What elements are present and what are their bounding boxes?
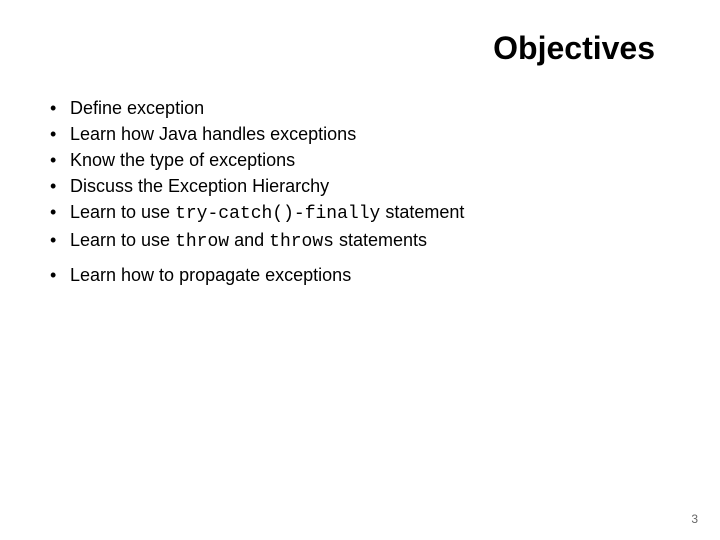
bullet-text: Learn how to propagate exceptions <box>70 262 680 288</box>
list-item: •Learn how to propagate exceptions <box>50 262 680 288</box>
bullet-icon: • <box>50 262 70 288</box>
bullet-text: Discuss the Exception Hierarchy <box>70 173 680 199</box>
page-number: 3 <box>691 512 698 526</box>
bullet-text: Learn to use try-catch()-finally stateme… <box>70 199 680 227</box>
list-item: •Know the type of exceptions <box>50 147 680 173</box>
list-item: •Learn to use try-catch()-finally statem… <box>50 199 680 227</box>
bullet-icon: • <box>50 227 70 253</box>
bullet-icon: • <box>50 147 70 173</box>
code-span: throws <box>269 232 334 252</box>
bullet-icon: • <box>50 173 70 199</box>
bullet-text: Define exception <box>70 95 680 121</box>
bullet-text: Learn to use throw and throws statements <box>70 227 680 255</box>
list-item: •Define exception <box>50 95 680 121</box>
slide-title: Objectives <box>40 30 680 67</box>
list-item: •Discuss the Exception Hierarchy <box>50 173 680 199</box>
bullet-icon: • <box>50 121 70 147</box>
bullet-text: Learn how Java handles exceptions <box>70 121 680 147</box>
list-item: •Learn how Java handles exceptions <box>50 121 680 147</box>
bullet-list: •Define exception•Learn how Java handles… <box>40 95 680 288</box>
code-span: try-catch()-finally <box>175 204 380 224</box>
list-item: •Learn to use throw and throws statement… <box>50 227 680 255</box>
code-span: throw <box>175 232 229 252</box>
bullet-icon: • <box>50 95 70 121</box>
bullet-text: Know the type of exceptions <box>70 147 680 173</box>
bullet-icon: • <box>50 199 70 225</box>
slide: Objectives •Define exception•Learn how J… <box>0 0 720 540</box>
